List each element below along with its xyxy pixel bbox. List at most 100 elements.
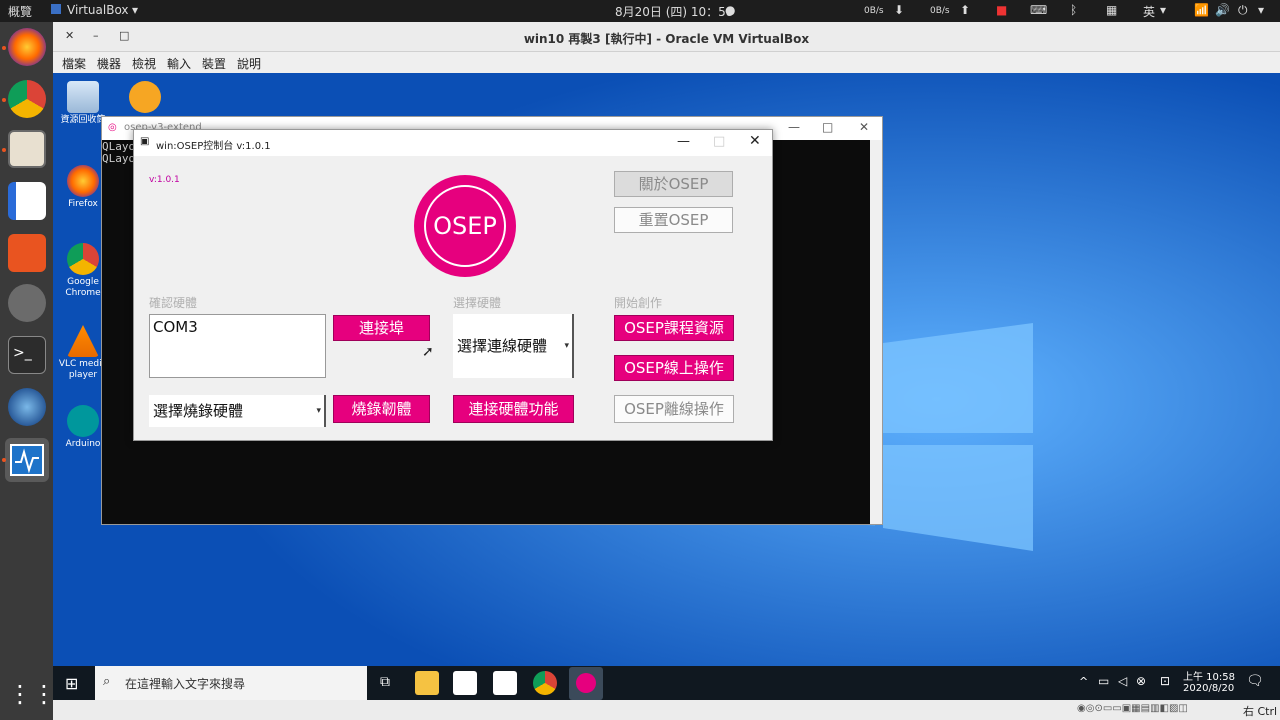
console-line: QLayo bbox=[102, 152, 136, 165]
start-creating-label: 開始創作 bbox=[614, 296, 663, 310]
chrome-icon[interactable] bbox=[8, 80, 46, 118]
minimize-icon[interactable]: — bbox=[788, 120, 800, 134]
chrome-taskbar-icon[interactable] bbox=[533, 671, 557, 695]
version-label: v:1.0.1 bbox=[149, 175, 180, 185]
files-icon[interactable] bbox=[8, 130, 46, 168]
writer-icon[interactable] bbox=[8, 182, 46, 220]
notification-icon[interactable]: 🗨 bbox=[1246, 673, 1264, 689]
offline-operation-button[interactable]: OSEP離線操作 bbox=[614, 395, 734, 423]
menu-help[interactable]: 說明 bbox=[237, 55, 261, 72]
caret-down-icon: ▾ bbox=[564, 341, 569, 351]
reset-osep-button[interactable]: 重置OSEP bbox=[614, 207, 733, 233]
virtualbox-dock-active[interactable] bbox=[5, 438, 49, 482]
chevron-up-icon[interactable]: ^ bbox=[1079, 675, 1088, 688]
arduino-icon bbox=[67, 405, 99, 437]
screen-record-icon[interactable]: ■ bbox=[996, 3, 1007, 17]
desktop-icon-label: Arduino bbox=[65, 439, 101, 449]
minimize-icon[interactable]: — bbox=[677, 134, 690, 149]
osep-logo: OSEP bbox=[414, 175, 516, 277]
upload-arrow-icon: ⬆ bbox=[960, 3, 971, 17]
store-icon[interactable] bbox=[453, 671, 477, 695]
app-menu[interactable]: VirtualBox bbox=[67, 3, 129, 17]
settings-gear-icon[interactable] bbox=[8, 284, 46, 322]
running-indicator bbox=[2, 148, 6, 152]
search-icon: ⌕ bbox=[103, 674, 111, 689]
virtualbox-titlebar: ✕ – □ win10 再製3 [執行中] - Oracle VM Virtua… bbox=[53, 22, 1280, 52]
app-swirl-icon[interactable] bbox=[8, 388, 46, 426]
caret-down-icon: ▾ bbox=[316, 406, 321, 416]
console-output: QLayo QLayo bbox=[102, 141, 135, 165]
app-grid-icon[interactable]: ⋮⋮⋮ bbox=[8, 676, 80, 714]
port-textbox[interactable]: COM3 bbox=[149, 314, 326, 378]
scratch-cat-shortcut[interactable] bbox=[119, 81, 171, 115]
bluetooth-icon[interactable]: ᛒ bbox=[1070, 3, 1077, 17]
net-down-speed: 0B/s bbox=[864, 6, 884, 16]
about-osep-button[interactable]: 關於OSEP bbox=[614, 171, 733, 197]
file-explorer-icon[interactable] bbox=[415, 671, 439, 695]
osep-icon bbox=[576, 673, 596, 693]
guest-desktop: 資源回收筒 Firefox Google Chrome VLC media pl… bbox=[53, 73, 1280, 666]
burn-firmware-button[interactable]: 燒錄韌體 bbox=[333, 395, 430, 423]
select-burn-hardware-value: 選擇燒錄硬體 bbox=[153, 402, 244, 420]
mouse-cursor-icon: ➚ bbox=[422, 344, 434, 360]
firefox-icon[interactable] bbox=[8, 28, 46, 66]
mail-icon[interactable] bbox=[493, 671, 517, 695]
course-resources-button[interactable]: OSEP課程資源 bbox=[614, 315, 734, 341]
windows-start-icon[interactable]: ⊞ bbox=[65, 674, 78, 693]
osep-logo-text: OSEP bbox=[424, 185, 506, 267]
console-scrollbar[interactable] bbox=[870, 140, 882, 524]
osep-window-title: win:OSEP控制台 v:1.0.1 bbox=[156, 141, 271, 152]
maximize-icon[interactable]: □ bbox=[822, 120, 833, 134]
system-top-bar: 概覽 VirtualBox ▾ 8月20日 (四) 10：58 ● 0B/s ⬇… bbox=[0, 0, 1280, 22]
close-icon[interactable]: ✕ bbox=[749, 133, 761, 149]
menu-machine[interactable]: 機器 bbox=[97, 55, 121, 72]
ime-icon[interactable]: ⊡ bbox=[1160, 674, 1170, 688]
dock: >_ ⋮⋮⋮ bbox=[0, 22, 80, 720]
keyboard-icon[interactable]: ⌨ bbox=[1030, 3, 1047, 17]
chevron-down-icon: ▾ bbox=[132, 3, 139, 17]
task-view-icon[interactable]: ⧉ bbox=[380, 674, 390, 690]
connect-hardware-function-button[interactable]: 連接硬體功能 bbox=[453, 395, 574, 423]
osep-small-icon: ◎ bbox=[108, 122, 117, 133]
activities-button[interactable]: 概覽 bbox=[8, 3, 32, 20]
download-arrow-icon: ⬇ bbox=[894, 3, 905, 17]
menu-file[interactable]: 檔案 bbox=[62, 55, 86, 72]
network-icon[interactable]: ▭ bbox=[1098, 674, 1109, 688]
power-icon[interactable]: ⏻ bbox=[1238, 3, 1248, 18]
wifi-icon[interactable]: 📶 bbox=[1194, 3, 1209, 17]
taskbar-search-box[interactable]: ⌕ 在這裡輸入文字來搜尋 bbox=[95, 666, 367, 700]
firefox-icon bbox=[67, 165, 99, 197]
close-icon[interactable]: ✕ bbox=[859, 120, 869, 134]
running-indicator bbox=[2, 458, 6, 462]
menu-view[interactable]: 檢視 bbox=[132, 55, 156, 72]
volume-icon[interactable]: 🔊 bbox=[1215, 3, 1230, 17]
taskbar-date[interactable]: 2020/8/20 bbox=[1183, 683, 1234, 694]
desktop-icon-label: VLC media player bbox=[58, 359, 108, 380]
connect-port-button[interactable]: 連接埠 bbox=[333, 315, 430, 341]
volume-icon[interactable]: ◁ bbox=[1118, 674, 1127, 688]
select-connect-hardware[interactable]: 選擇連線硬體 ▾ bbox=[453, 314, 574, 378]
chevron-down-icon: ▾ bbox=[1160, 3, 1167, 17]
window-title: win10 再製3 [執行中] - Oracle VM VirtualBox bbox=[523, 32, 810, 46]
chevron-down-icon: ▾ bbox=[1258, 3, 1265, 17]
terminal-icon[interactable]: >_ bbox=[8, 336, 46, 374]
select-burn-hardware[interactable]: 選擇燒錄硬體 ▾ bbox=[149, 395, 326, 427]
vlc-cone-icon bbox=[67, 325, 99, 357]
windows-taskbar: ⊞ ⌕ 在這裡輸入文字來搜尋 ⧉ ^ ▭ ◁ ⊗ ⊡ 上午 10:58 2020… bbox=[53, 666, 1280, 700]
menu-devices[interactable]: 裝置 bbox=[202, 55, 226, 72]
tray-close-icon[interactable]: ⊗ bbox=[1136, 674, 1146, 688]
input-method-indicator[interactable]: 英 bbox=[1143, 3, 1155, 20]
osep-taskbar-active[interactable] bbox=[569, 667, 603, 700]
taskbar-time[interactable]: 上午 10:58 bbox=[1183, 668, 1235, 683]
device-status-icons[interactable]: ◉◎⊙▭▭▣▦▤▥◧▨◫ bbox=[1077, 703, 1188, 714]
software-center-icon[interactable] bbox=[8, 234, 46, 272]
chrome-icon bbox=[67, 243, 99, 275]
confirm-hardware-label: 確認硬體 bbox=[149, 296, 198, 310]
online-operation-button[interactable]: OSEP線上操作 bbox=[614, 355, 734, 381]
scratch-cat-icon bbox=[129, 81, 161, 113]
input-grid-icon[interactable]: ▦ bbox=[1106, 3, 1117, 17]
clock[interactable]: 8月20日 (四) 10：58 bbox=[615, 3, 733, 20]
menu-input[interactable]: 輸入 bbox=[167, 55, 191, 72]
net-up-speed: 0B/s bbox=[930, 6, 950, 16]
running-indicator bbox=[2, 46, 6, 50]
